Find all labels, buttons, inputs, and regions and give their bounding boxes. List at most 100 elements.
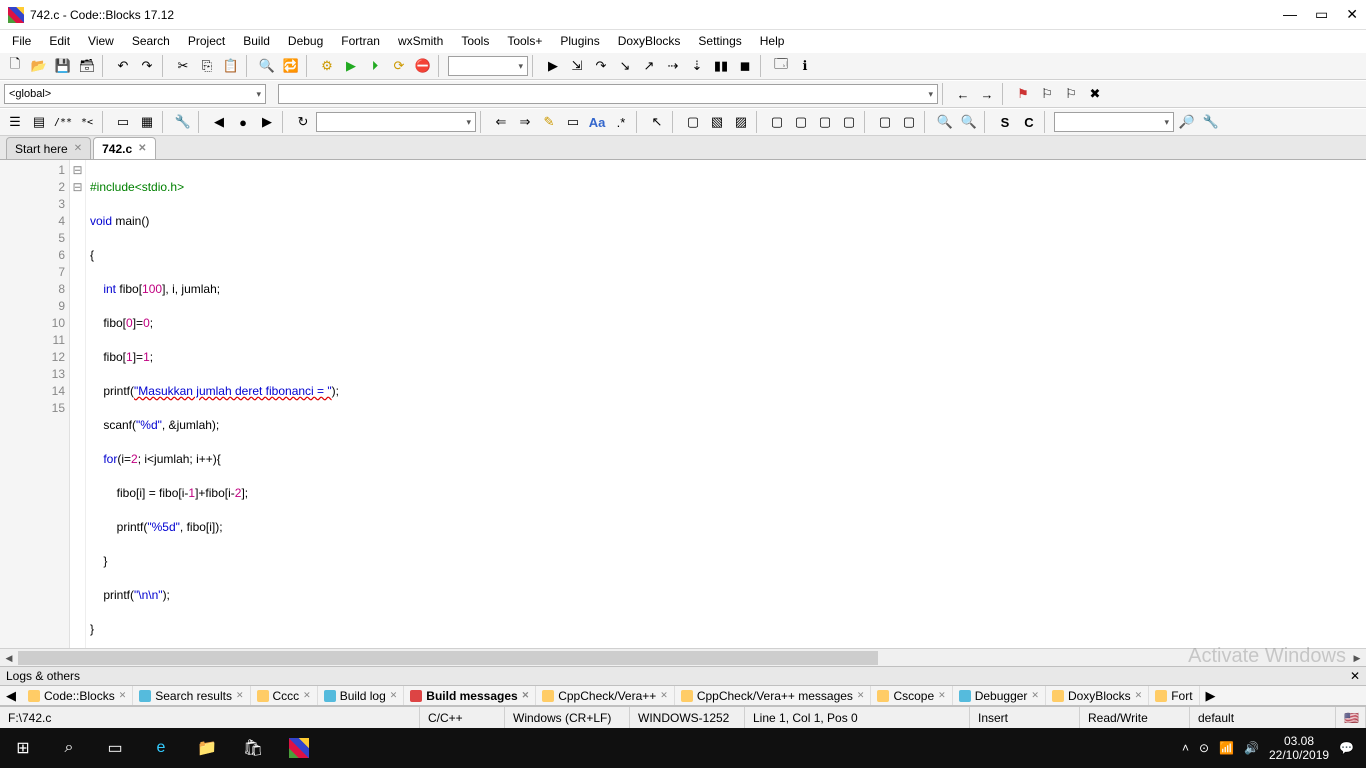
- build-run-icon[interactable]: ⏵: [364, 55, 386, 77]
- tool7-icon[interactable]: ▢: [838, 111, 860, 133]
- menu-fortran[interactable]: Fortran: [333, 32, 388, 50]
- next-instr-icon[interactable]: ⇢: [662, 55, 684, 77]
- nav-fwd-icon[interactable]: →: [976, 83, 998, 105]
- scroll-thumb[interactable]: [18, 651, 878, 665]
- new-file-icon[interactable]: 🗋: [4, 55, 26, 77]
- menu-debug[interactable]: Debug: [280, 32, 331, 50]
- redo-icon[interactable]: ↷: [136, 55, 158, 77]
- code-area[interactable]: #include<stdio.h> void main() { int fibo…: [86, 160, 1366, 648]
- logs-header[interactable]: Logs & others ✕: [0, 666, 1366, 686]
- next-line-icon[interactable]: ↷: [590, 55, 612, 77]
- tray-location-icon[interactable]: ⊙: [1199, 741, 1209, 755]
- logs-tab-buildmsg[interactable]: Build messages✕: [404, 686, 536, 705]
- tool9-icon[interactable]: ▢: [898, 111, 920, 133]
- menu-view[interactable]: View: [80, 32, 122, 50]
- menu-tools[interactable]: Tools: [453, 32, 497, 50]
- fortran-cfg-icon[interactable]: 🔧: [1200, 111, 1222, 133]
- zoom-out-icon[interactable]: 🔍: [958, 111, 980, 133]
- scope-combo[interactable]: <global>: [4, 84, 266, 104]
- save-icon[interactable]: 💾: [52, 55, 74, 77]
- explorer-icon[interactable]: 📁: [184, 728, 230, 768]
- tray-clock[interactable]: 03.08 22/10/2019: [1269, 734, 1329, 762]
- step-instr-icon[interactable]: ⇣: [686, 55, 708, 77]
- horizontal-scrollbar[interactable]: ◀ ▶: [0, 648, 1366, 666]
- symbol-combo[interactable]: [278, 84, 938, 104]
- tray-volume-icon[interactable]: 🔊: [1244, 741, 1259, 755]
- case-icon[interactable]: Aa: [586, 111, 608, 133]
- tool6-icon[interactable]: ▢: [814, 111, 836, 133]
- scroll-right-icon[interactable]: ▶: [1348, 649, 1366, 667]
- task-view-icon[interactable]: ▭: [92, 728, 138, 768]
- logs-tab-search[interactable]: Search results✕: [133, 686, 250, 705]
- doxy-wrench-icon[interactable]: 🔧: [172, 111, 194, 133]
- code-editor[interactable]: 123 456 789 101112 131415 ⊟ ⊟ #include<s…: [0, 160, 1366, 648]
- tool1-icon[interactable]: ▢: [682, 111, 704, 133]
- search-combo[interactable]: [316, 112, 476, 132]
- logs-nav-right-icon[interactable]: ▶: [1200, 686, 1222, 706]
- replace-icon[interactable]: 🔁: [280, 55, 302, 77]
- close-icon[interactable]: ✕: [138, 143, 146, 154]
- logs-tab-cppcheckmsg[interactable]: CppCheck/Vera++ messages✕: [675, 686, 872, 705]
- logs-tab-buildlog[interactable]: Build log✕: [318, 686, 405, 705]
- run-icon[interactable]: ▶: [340, 55, 362, 77]
- bookmark-next-icon[interactable]: ⚐: [1060, 83, 1082, 105]
- codeblocks-taskbar-icon[interactable]: [276, 728, 322, 768]
- copy-icon[interactable]: ⎘: [196, 55, 218, 77]
- menu-toolsplus[interactable]: Tools+: [499, 32, 550, 50]
- doxy-html-icon[interactable]: ▦: [136, 111, 158, 133]
- jump-rec-icon[interactable]: ●: [232, 111, 254, 133]
- menu-project[interactable]: Project: [180, 32, 233, 50]
- debug-start-icon[interactable]: ▶: [542, 55, 564, 77]
- scroll-left-icon[interactable]: ◀: [0, 649, 18, 667]
- fortran-run-icon[interactable]: 🔎: [1176, 111, 1198, 133]
- comment-line-icon[interactable]: *<: [76, 111, 98, 133]
- tray-notifications-icon[interactable]: 💬: [1339, 741, 1354, 755]
- info-icon[interactable]: ℹ: [794, 55, 816, 77]
- doxy-run-icon[interactable]: ▭: [112, 111, 134, 133]
- logs-tab-cppcheck[interactable]: CppCheck/Vera++✕: [536, 686, 675, 705]
- logs-close-icon[interactable]: ✕: [1350, 669, 1360, 683]
- paste-icon[interactable]: 📋: [220, 55, 242, 77]
- start-button[interactable]: ⊞: [0, 728, 46, 768]
- menu-help[interactable]: Help: [752, 32, 793, 50]
- next-icon[interactable]: ⇒: [514, 111, 536, 133]
- bookmark-clear-icon[interactable]: ✖: [1084, 83, 1106, 105]
- build-icon[interactable]: ⚙: [316, 55, 338, 77]
- tool3-icon[interactable]: ▨: [730, 111, 752, 133]
- menu-wxsmith[interactable]: wxSmith: [390, 32, 451, 50]
- tab-742c[interactable]: 742.c ✕: [93, 137, 155, 159]
- menu-file[interactable]: File: [4, 32, 39, 50]
- menu-plugins[interactable]: Plugins: [552, 32, 607, 50]
- tray-chevron-icon[interactable]: ˄: [1182, 741, 1189, 755]
- logs-tab-fortran[interactable]: Fort: [1149, 686, 1199, 705]
- menu-build[interactable]: Build: [235, 32, 278, 50]
- find-icon[interactable]: 🔍: [256, 55, 278, 77]
- stop-icon[interactable]: ◼: [734, 55, 756, 77]
- logs-nav-left-icon[interactable]: ◀: [0, 686, 22, 706]
- refresh-icon[interactable]: ↻: [292, 111, 314, 133]
- fold-column[interactable]: ⊟ ⊟: [70, 160, 86, 648]
- highlight-icon[interactable]: ✎: [538, 111, 560, 133]
- run-to-cursor-icon[interactable]: ⇲: [566, 55, 588, 77]
- prev-icon[interactable]: ⇐: [490, 111, 512, 133]
- maximize-button[interactable]: ▭: [1315, 6, 1328, 23]
- build-target-combo[interactable]: [448, 56, 528, 76]
- tool8-icon[interactable]: ▢: [874, 111, 896, 133]
- tray-wifi-icon[interactable]: 📶: [1219, 741, 1234, 755]
- tool4-icon[interactable]: ▢: [766, 111, 788, 133]
- jump-back-icon[interactable]: ◀: [208, 111, 230, 133]
- fortran-combo[interactable]: [1054, 112, 1174, 132]
- search-icon[interactable]: ⌕: [46, 728, 92, 768]
- select-icon[interactable]: ↖: [646, 111, 668, 133]
- zoom-in-icon[interactable]: 🔍: [934, 111, 956, 133]
- rebuild-icon[interactable]: ⟳: [388, 55, 410, 77]
- comment-block-icon[interactable]: /**: [52, 111, 74, 133]
- doxy2-icon[interactable]: ▤: [28, 111, 50, 133]
- logs-tab-doxyblocks[interactable]: DoxyBlocks✕: [1046, 686, 1149, 705]
- menu-settings[interactable]: Settings: [690, 32, 749, 50]
- logs-tab-debugger[interactable]: Debugger✕: [953, 686, 1046, 705]
- save-all-icon[interactable]: 🗃: [76, 55, 98, 77]
- step-into-icon[interactable]: ↘: [614, 55, 636, 77]
- store-icon[interactable]: 🛍: [230, 728, 276, 768]
- close-button[interactable]: ✕: [1346, 6, 1358, 23]
